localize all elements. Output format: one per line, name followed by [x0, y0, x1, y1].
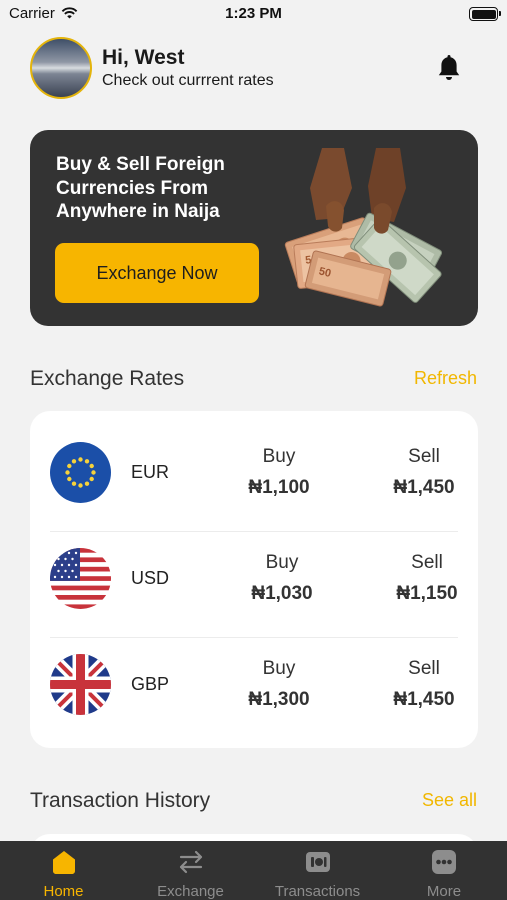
refresh-button[interactable]: Refresh: [414, 368, 477, 389]
exchange-rates-title: Exchange Rates: [30, 367, 185, 390]
status-bar: Carrier 1:23 PM: [0, 0, 507, 28]
rate-row-gbp[interactable]: GBP Buy ₦1,300 Sell ₦1,450: [30, 638, 478, 738]
tab-label: More: [426, 883, 462, 900]
rate-row-eur[interactable]: EUR Buy ₦1,100 Sell ₦1,450: [30, 426, 478, 532]
buy-rate: Buy ₦1,100: [239, 446, 319, 499]
currency-code: USD: [131, 568, 170, 588]
sell-value: ₦1,450: [393, 477, 455, 498]
buy-label: Buy: [262, 658, 296, 679]
buy-value: ₦1,300: [248, 689, 310, 710]
sell-value: ₦1,450: [393, 689, 455, 710]
tab-label: Home: [43, 883, 84, 900]
exchange-rates-card: EUR Buy ₦1,100 Sell ₦1,450 USD Buy ₦1,03…: [30, 411, 478, 748]
buy-label: Buy: [265, 552, 299, 573]
status-time: 1:23 PM: [225, 5, 282, 22]
uk-flag-icon: [50, 654, 111, 715]
currency-code: EUR: [131, 462, 170, 482]
buy-label: Buy: [262, 446, 296, 467]
tab-bar: Home Exchange Transactions More: [0, 841, 507, 900]
exchange-icon: [179, 850, 202, 874]
tab-label: Transactions: [274, 883, 361, 900]
header: Hi, West Check out currrent rates: [30, 37, 467, 99]
us-flag-icon: [50, 548, 111, 609]
home-icon: [52, 851, 75, 874]
sell-label: Sell: [408, 658, 440, 679]
tab-transactions[interactable]: Transactions: [254, 841, 381, 900]
tab-exchange[interactable]: Exchange: [127, 841, 254, 900]
promo-banner: Buy & Sell Foreign Currencies From Anywh…: [30, 130, 478, 326]
avatar[interactable]: [30, 37, 92, 99]
sell-rate: Sell ₦1,450: [384, 658, 464, 711]
buy-rate: Buy ₦1,300: [239, 658, 319, 711]
sell-label: Sell: [408, 446, 440, 467]
battery-icon: [469, 7, 501, 21]
sell-rate: Sell ₦1,450: [384, 446, 464, 499]
banner-title: Buy & Sell Foreign Currencies From Anywh…: [56, 154, 225, 222]
more-icon: [432, 850, 456, 874]
cash-in-hands-image: 50 50 50: [284, 148, 442, 307]
exchange-now-button[interactable]: Exchange Now: [55, 243, 259, 303]
buy-value: ₦1,100: [248, 477, 310, 498]
greeting-text: Hi, West: [102, 46, 185, 69]
buy-value: ₦1,030: [251, 583, 313, 604]
transactions-icon: [305, 852, 330, 872]
greeting-subtitle: Check out currrent rates: [102, 72, 274, 89]
sell-rate: Sell ₦1,150: [387, 552, 467, 605]
bell-icon[interactable]: [437, 53, 461, 83]
eu-flag-icon: [50, 442, 111, 503]
tab-label: Exchange: [157, 883, 224, 900]
sell-value: ₦1,150: [396, 583, 458, 604]
buy-rate: Buy ₦1,030: [242, 552, 322, 605]
currency-code: GBP: [131, 674, 170, 694]
tab-home[interactable]: Home: [0, 841, 127, 900]
transaction-history-title: Transaction History: [30, 789, 211, 812]
rate-row-usd[interactable]: USD Buy ₦1,030 Sell ₦1,150: [30, 532, 478, 638]
see-all-button[interactable]: See all: [422, 790, 477, 811]
tab-more[interactable]: More: [381, 841, 507, 900]
sell-label: Sell: [411, 552, 443, 573]
